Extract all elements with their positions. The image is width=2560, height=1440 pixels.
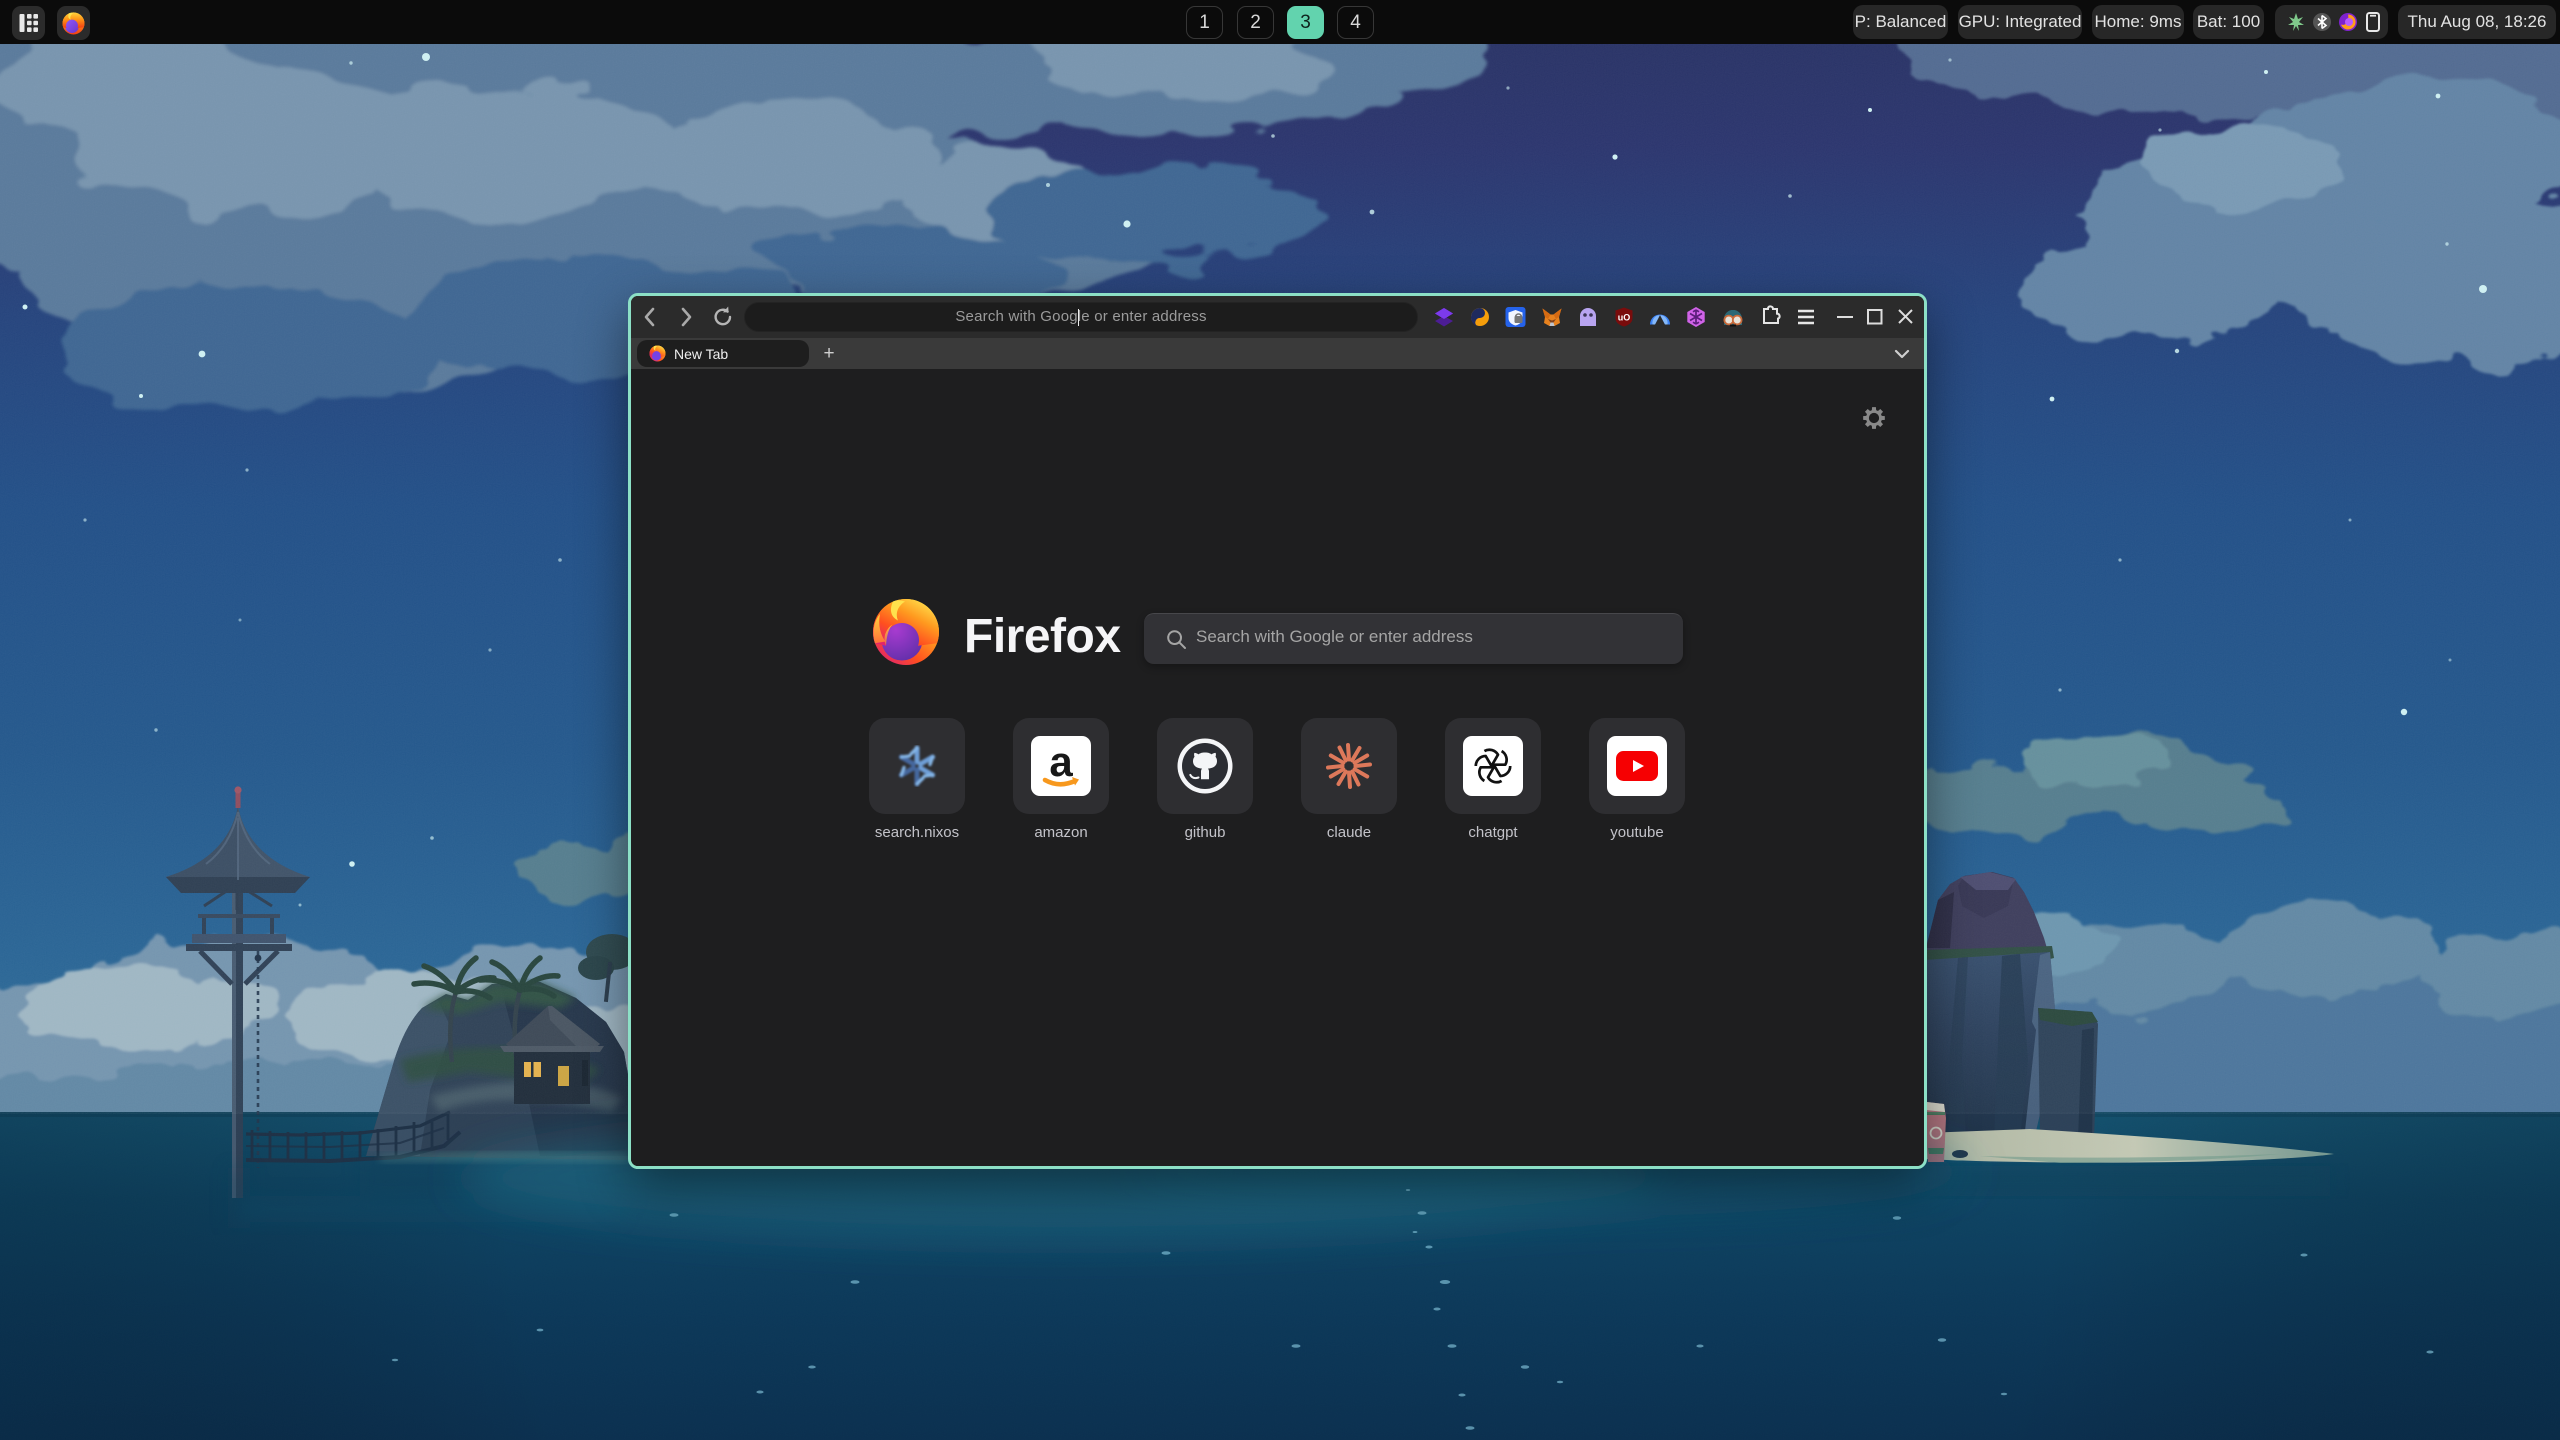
svg-text:uO: uO — [1618, 313, 1631, 323]
svg-text:a: a — [1049, 738, 1073, 785]
